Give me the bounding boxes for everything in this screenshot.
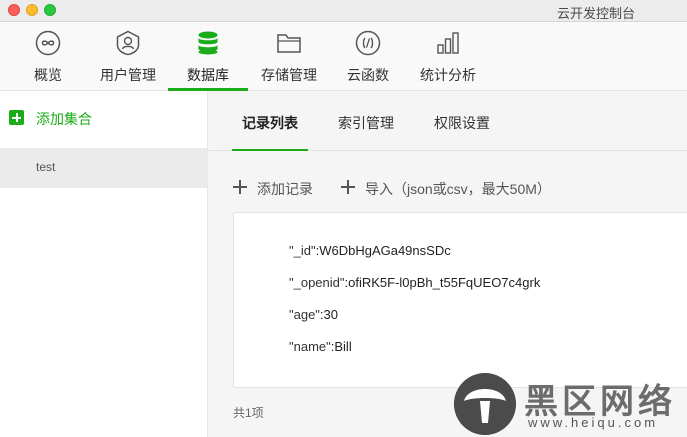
toolbar-label: 用户管理 (100, 67, 156, 83)
toolbar-item-database[interactable]: 数据库 (168, 22, 248, 91)
add-record-label: 添加记录 (257, 181, 313, 197)
total-count: 共1项 (233, 406, 264, 420)
field-key: "age" (289, 307, 320, 322)
import-label: 导入（json或csv，最大50M） (365, 181, 551, 197)
tab-label: 索引管理 (338, 115, 394, 131)
toolbar-label: 统计分析 (420, 67, 476, 83)
user-shield-icon (116, 30, 140, 56)
tab-label: 记录列表 (242, 115, 298, 131)
window-close-button[interactable] (8, 4, 20, 16)
collection-name: test (36, 160, 56, 174)
plus-icon (233, 180, 247, 194)
plus-icon (341, 180, 355, 194)
tab-label: 权限设置 (434, 115, 490, 131)
field-value: ofiRK5F-l0pBh_t55FqUEO7c4grk (348, 275, 541, 290)
window-minimize-button[interactable] (26, 4, 38, 16)
window-titlebar: 云开发控制台 (0, 0, 687, 22)
bar-chart-icon (437, 32, 459, 54)
toolbar-item-storage[interactable]: 存储管理 (259, 22, 319, 91)
record-field-age: "age":30 (289, 307, 339, 322)
add-collection-label: 添加集合 (36, 111, 92, 127)
toolbar-label: 云函数 (347, 67, 389, 83)
toolbar-item-users[interactable]: 用户管理 (98, 22, 158, 91)
folder-icon (277, 34, 301, 53)
record-actions: 添加记录 导入（json或csv，最大50M） (233, 177, 673, 197)
window-maximize-button[interactable] (44, 4, 56, 16)
top-toolbar: 概览 用户管理 数据库 存储管理 云函数 统计分析 (0, 22, 687, 91)
plus-square-icon (9, 110, 24, 125)
record-tabs: 记录列表 索引管理 权限设置 (209, 91, 687, 151)
record-field-id: "_id":W6DbHgAGa49nsSDc (289, 243, 451, 258)
tab-records[interactable]: 记录列表 (232, 113, 308, 151)
field-key: "_id" (289, 243, 316, 258)
field-key: "name" (289, 339, 331, 354)
infinity-icon (35, 30, 61, 56)
add-record-button[interactable]: 添加记录 (233, 177, 323, 197)
record-field-name: "name":Bill (289, 339, 352, 354)
window-title: 云开发控制台 (556, 6, 635, 21)
record-card[interactable]: "_id":W6DbHgAGa49nsSDc "_openid":ofiRK5F… (233, 212, 687, 388)
toolbar-label: 数据库 (187, 67, 229, 83)
import-button[interactable]: 导入（json或csv，最大50M） (341, 177, 651, 197)
field-value: W6DbHgAGa49nsSDc (319, 243, 451, 258)
tab-index-management[interactable]: 索引管理 (338, 113, 394, 151)
database-icon (198, 31, 218, 55)
toolbar-item-analytics[interactable]: 统计分析 (418, 22, 478, 91)
collection-sidebar: 添加集合 test (0, 91, 208, 437)
mushroom-logo-icon (454, 373, 516, 435)
watermark-url: www.heiqu.com (528, 415, 659, 430)
toolbar-item-overview[interactable]: 概览 (26, 22, 70, 91)
collection-item-test[interactable]: test (0, 148, 208, 188)
toolbar-label: 概览 (34, 67, 62, 83)
watermark: 黑区网络 www.heiqu.com (454, 370, 687, 437)
field-value: 30 (323, 307, 339, 322)
toolbar-item-functions[interactable]: 云函数 (344, 22, 392, 91)
field-value: Bill (334, 339, 352, 354)
toolbar-label: 存储管理 (261, 67, 317, 83)
record-field-openid: "_openid":ofiRK5F-l0pBh_t55FqUEO7c4grk (289, 275, 541, 290)
field-key: "_openid" (289, 275, 345, 290)
add-collection-button[interactable]: 添加集合 (0, 91, 208, 147)
active-tab-indicator (232, 149, 308, 151)
code-function-icon (355, 30, 381, 56)
tab-permissions[interactable]: 权限设置 (434, 113, 490, 151)
